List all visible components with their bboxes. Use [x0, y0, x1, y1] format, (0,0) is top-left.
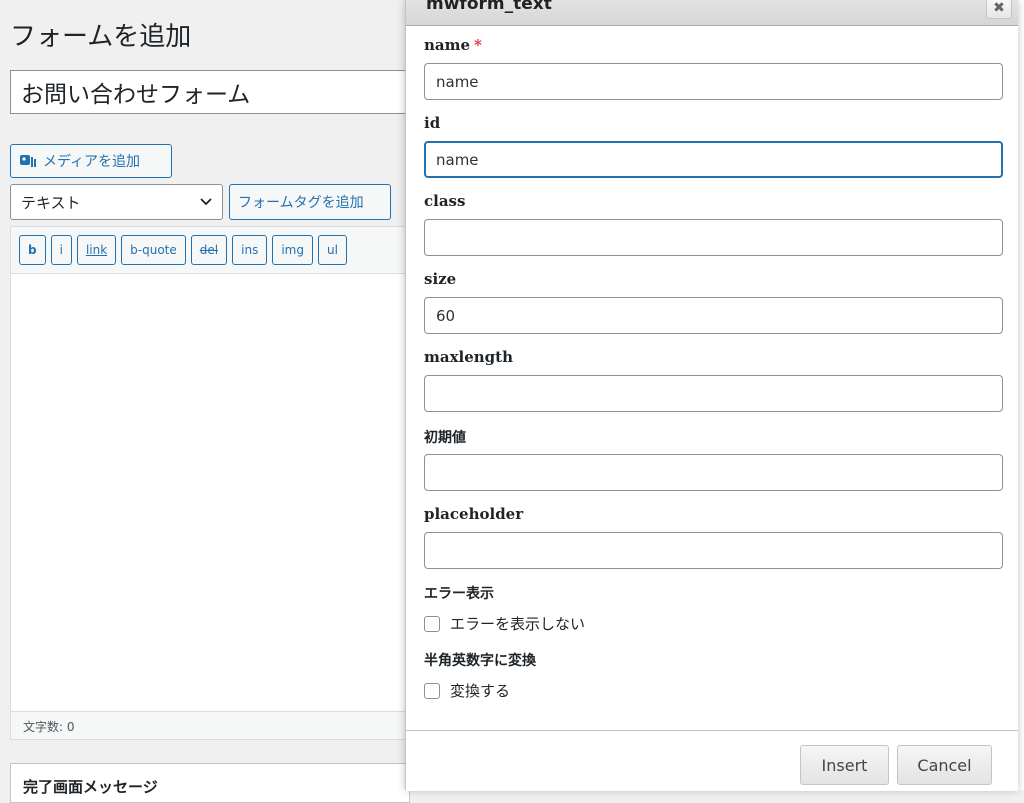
close-icon: ✖	[993, 0, 1005, 16]
convert-checkbox-row[interactable]: 変換する	[424, 680, 510, 701]
format-select-value: テキスト	[21, 193, 81, 212]
right-sidebar-edge	[1017, 0, 1024, 790]
add-media-label: メディアを追加	[43, 154, 141, 170]
class-input[interactable]	[424, 219, 1003, 256]
format-select[interactable]: テキスト	[10, 184, 223, 220]
chevron-down-icon	[200, 198, 212, 206]
page-title: フォームを追加	[10, 22, 192, 52]
cancel-button[interactable]: Cancel	[897, 745, 992, 785]
size-label: size	[424, 270, 457, 288]
form-title-input[interactable]	[10, 70, 430, 114]
convert-checkbox[interactable]	[424, 682, 440, 699]
add-form-tag-button[interactable]: フォームタグを追加	[229, 184, 391, 220]
convert-label: 半角英数字に変換	[424, 653, 536, 669]
convert-checkbox-label: 変換する	[450, 682, 511, 700]
size-input[interactable]	[424, 297, 1003, 334]
add-form-tag-label: フォームタグを追加	[238, 195, 364, 211]
close-button[interactable]: ✖	[986, 0, 1012, 19]
error-display-label: エラー表示	[424, 586, 494, 602]
id-input[interactable]	[424, 141, 1003, 178]
class-label: class	[424, 192, 466, 210]
placeholder-input[interactable]	[424, 532, 1003, 569]
default-value-input[interactable]	[424, 454, 1003, 491]
quicktag-img[interactable]: img	[272, 235, 313, 265]
complete-message-metabox: 完了画面メッセージ	[10, 763, 410, 803]
maxlength-label: maxlength	[424, 348, 514, 366]
media-icon	[20, 155, 36, 167]
hide-error-checkbox-label: エラーを表示しない	[450, 615, 586, 633]
insert-button[interactable]: Insert	[800, 745, 889, 785]
hide-error-checkbox-row[interactable]: エラーを表示しない	[424, 613, 585, 634]
quicktag-ul[interactable]: ul	[317, 235, 347, 265]
name-label: name *	[424, 36, 482, 54]
add-media-button[interactable]: メディアを追加	[10, 144, 172, 178]
hide-error-checkbox[interactable]	[424, 615, 440, 632]
quicktag-blockquote[interactable]: b-quote	[121, 235, 186, 265]
dialog-title: mwform_text	[426, 0, 552, 14]
placeholder-label: placeholder	[424, 505, 524, 523]
dialog-footer: Insert Cancel	[406, 730, 1018, 791]
word-count: 文字数: 0	[11, 711, 409, 739]
quicktags-toolbar: b i link b-quote del ins img ul	[11, 227, 409, 274]
maxlength-input[interactable]	[424, 375, 1003, 412]
mwform-text-dialog: mwform_text ✖ name* id class size maxlen…	[405, 0, 1018, 791]
default-value-label: 初期値	[424, 430, 466, 446]
quicktag-italic[interactable]: i	[50, 235, 72, 265]
id-label: id	[424, 114, 441, 132]
dialog-titlebar[interactable]: mwform_text ✖	[406, 0, 1018, 26]
quicktag-bold[interactable]: b	[19, 235, 46, 265]
quicktag-del[interactable]: del	[190, 235, 228, 265]
name-input[interactable]	[424, 63, 1003, 100]
text-editor[interactable]: b i link b-quote del ins img ul 文字数: 0	[10, 226, 410, 740]
name-label-text: name	[424, 36, 471, 54]
quicktag-link[interactable]: link	[76, 235, 117, 265]
metabox-title: 完了画面メッセージ	[23, 778, 158, 796]
quicktag-ins[interactable]: ins	[232, 235, 268, 265]
required-mark: *	[474, 36, 482, 54]
